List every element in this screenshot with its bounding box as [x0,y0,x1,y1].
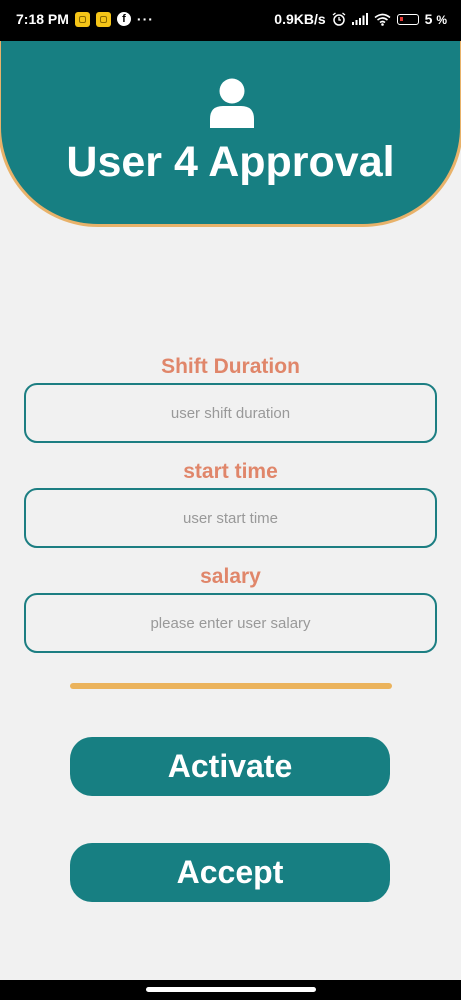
wifi-icon [374,13,391,26]
user-icon [210,78,254,128]
shift-duration-label: Shift Duration [161,355,300,378]
page-title: User 4 Approval [66,138,395,186]
clock: 7:18 PM [16,11,69,27]
start-time-input[interactable] [24,488,437,548]
alarm-icon [332,12,346,26]
header-banner [0,41,461,227]
network-speed: 0.9KB/s [274,11,326,27]
more-notifications-icon: ··· [136,11,154,27]
accept-button[interactable]: Accept [70,843,390,902]
home-gesture-bar[interactable] [146,987,316,992]
notification-app-icon [95,11,111,27]
activate-button[interactable]: Activate [70,737,390,796]
salary-input[interactable] [24,593,437,653]
battery-icon [396,13,419,25]
navigation-bar [0,980,461,1000]
facebook-icon: f [116,12,131,26]
notification-app-icon [74,11,90,27]
battery-percent: 5 % [424,11,447,27]
start-time-label: start time [183,460,278,483]
shift-duration-input[interactable] [24,383,437,443]
signal-icon [351,13,368,25]
divider [70,683,392,689]
status-bar: 7:18 PM f ··· 0.9KB/s 5 % [0,0,461,41]
salary-label: salary [200,565,261,588]
